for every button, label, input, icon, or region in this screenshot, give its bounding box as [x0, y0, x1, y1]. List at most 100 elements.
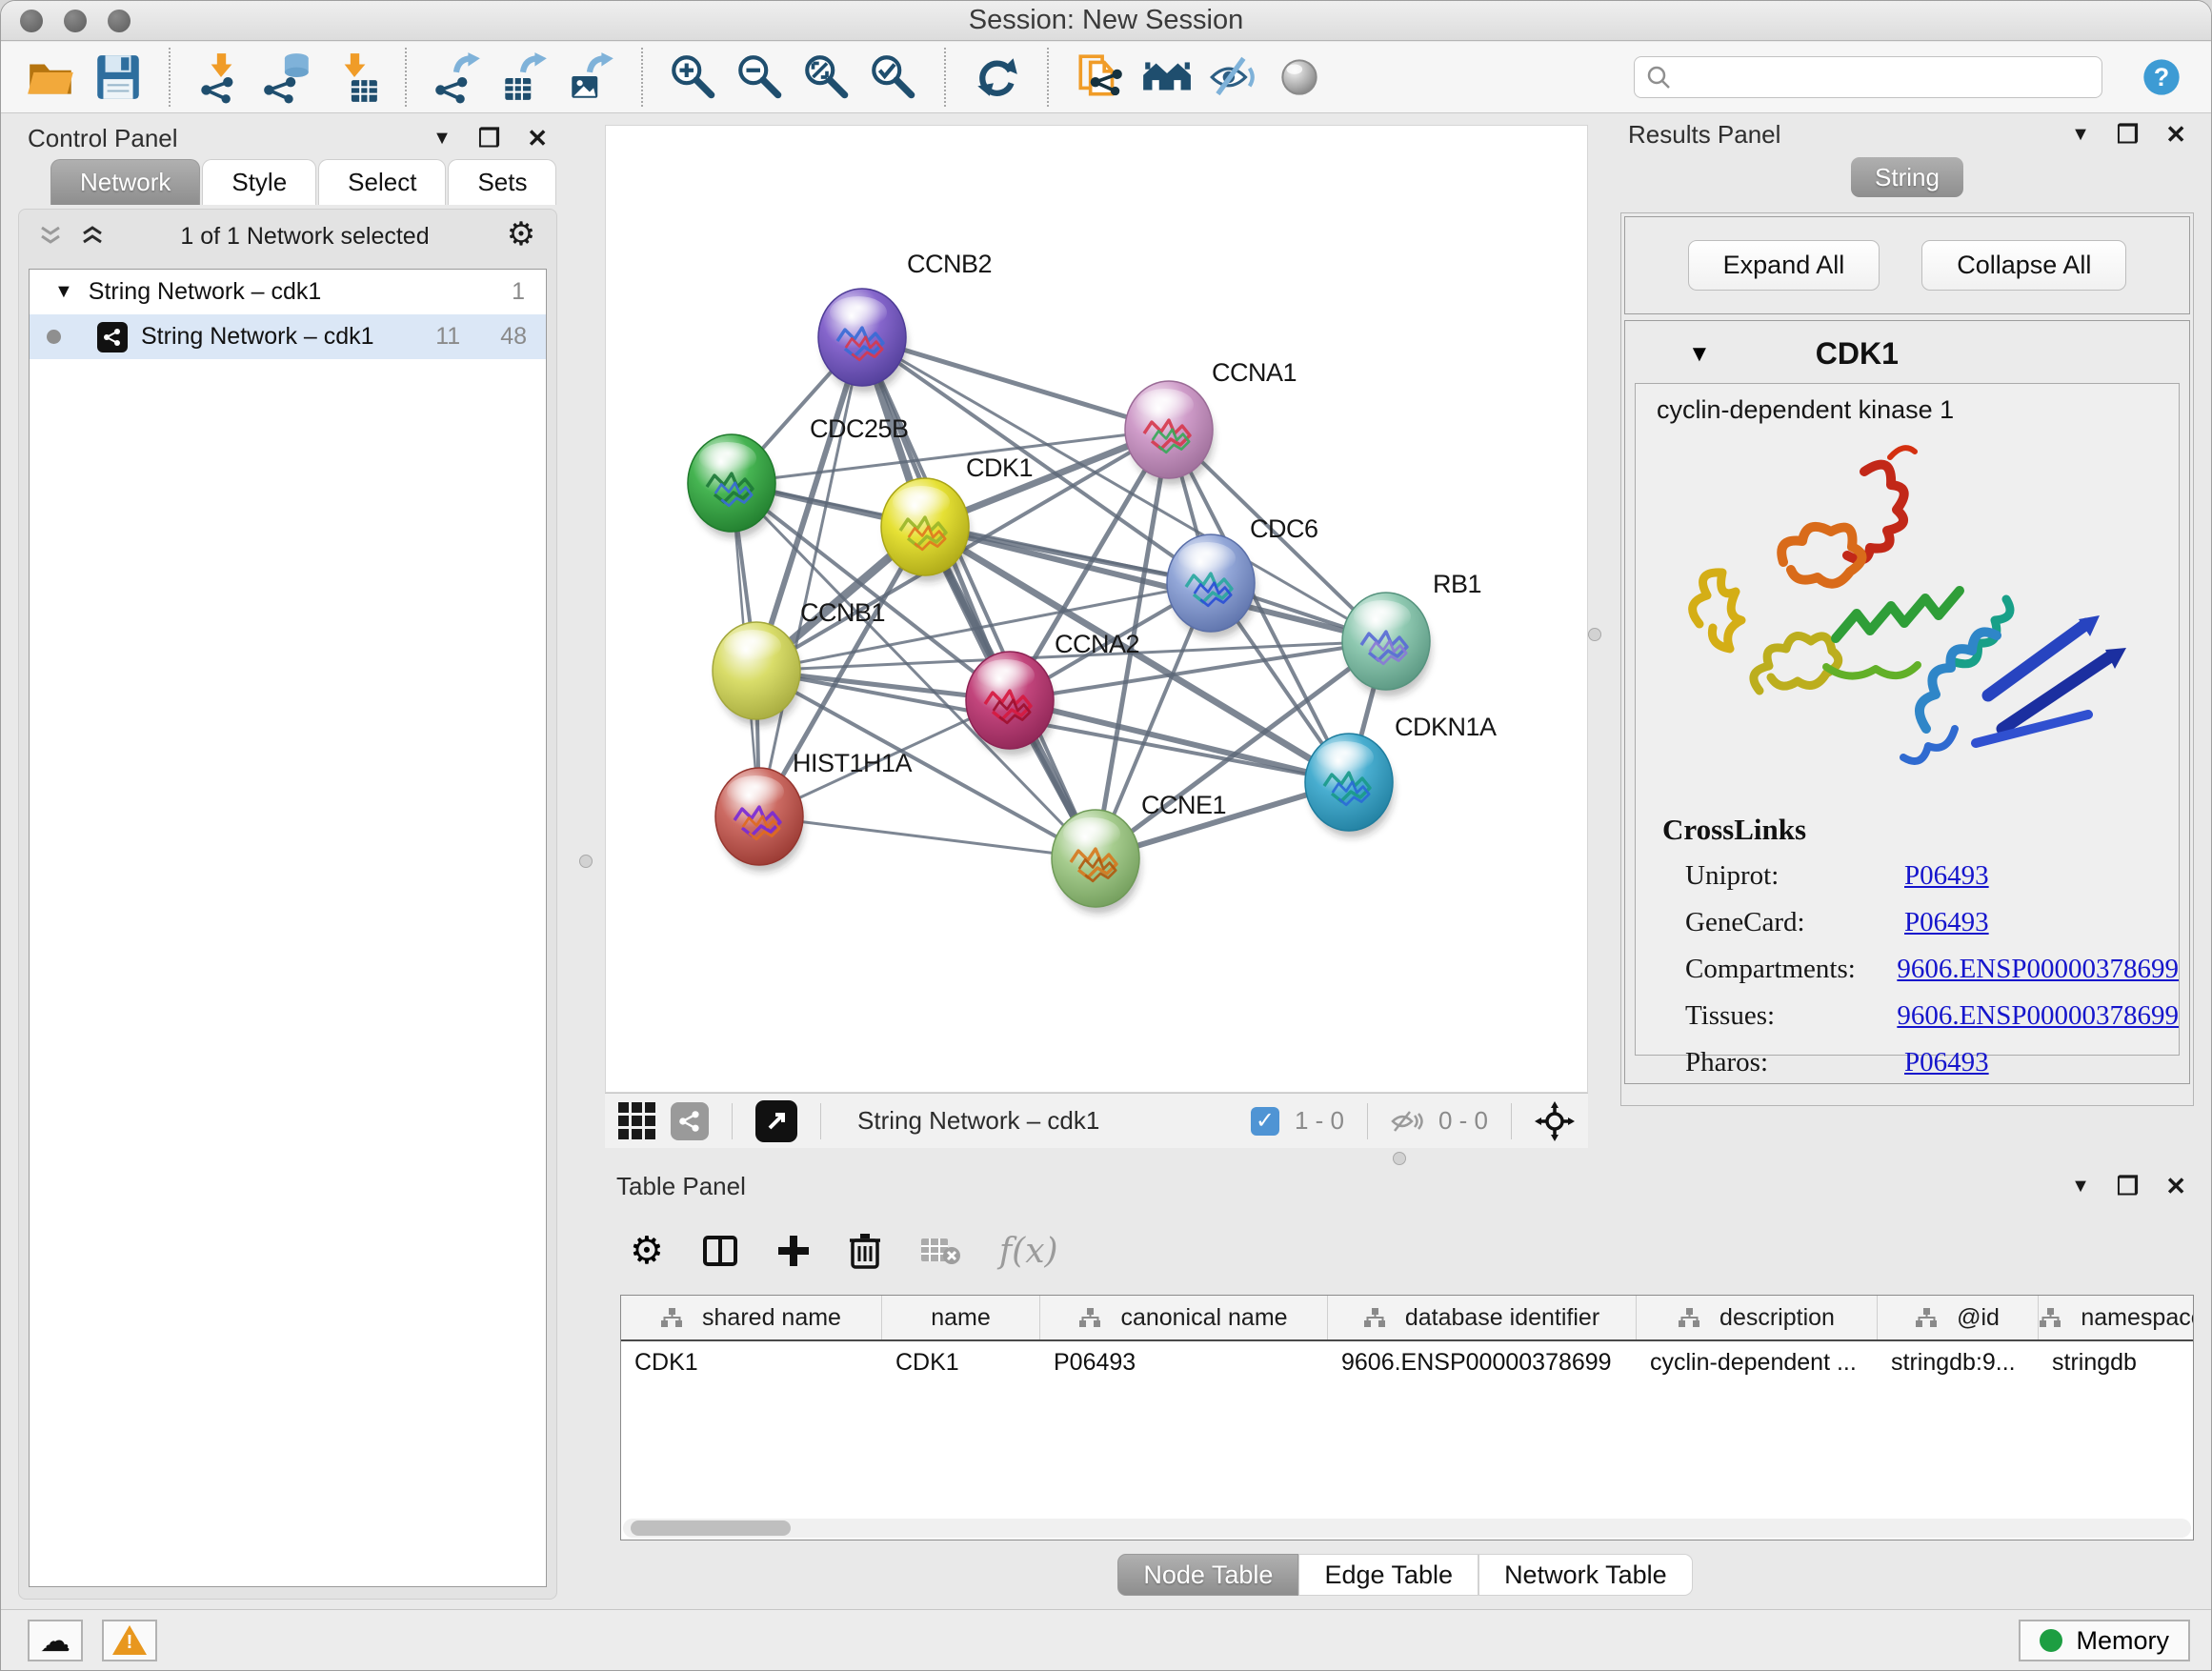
- import-network-database-icon[interactable]: [254, 48, 321, 107]
- crosslink-link[interactable]: P06493: [1904, 860, 1989, 892]
- tab-select[interactable]: Select: [318, 159, 446, 205]
- edge-CCNB2-HIST1H1A[interactable]: [759, 337, 862, 816]
- crosslink-link[interactable]: 9606.ENSP00000378699: [1897, 1000, 2179, 1032]
- node-CDKN1A[interactable]: [1305, 734, 1394, 837]
- collection-expand-icon[interactable]: ▼: [54, 281, 73, 303]
- panel-menu-icon[interactable]: ▼: [432, 128, 452, 150]
- float-panel-icon[interactable]: ❒: [2117, 1172, 2139, 1201]
- zoom-fit-icon[interactable]: [794, 48, 860, 107]
- collapse-all-icon[interactable]: [38, 225, 63, 248]
- save-session-icon[interactable]: [85, 48, 151, 107]
- table-cell[interactable]: cyclin-dependent ...: [1637, 1341, 1878, 1385]
- right-splitter-handle[interactable]: [1588, 628, 1601, 641]
- edge-CCNA2-CDKN1A[interactable]: [1010, 700, 1349, 782]
- table-cell[interactable]: CDK1: [882, 1341, 1040, 1385]
- zoom-in-icon[interactable]: [660, 48, 727, 107]
- search-input[interactable]: [1680, 64, 2090, 91]
- import-network-icon[interactable]: [188, 48, 254, 107]
- panel-menu-icon[interactable]: ▼: [2071, 124, 2090, 146]
- detach-view-icon[interactable]: [755, 1100, 797, 1142]
- close-panel-icon[interactable]: ✕: [527, 124, 548, 153]
- crosslink-link[interactable]: 9606.ENSP00000378699: [1897, 954, 2179, 985]
- node-CCNA1[interactable]: [1125, 381, 1214, 485]
- grid-mode-icon[interactable]: [618, 1102, 655, 1139]
- close-panel-icon[interactable]: ✕: [2165, 120, 2186, 150]
- column-header-name[interactable]: name: [882, 1296, 1040, 1339]
- string-protein-query-icon[interactable]: [1066, 48, 1133, 107]
- left-splitter-handle[interactable]: [579, 855, 593, 868]
- node-CCNB1[interactable]: [713, 622, 801, 726]
- network-row[interactable]: String Network – cdk1 11 48: [30, 314, 546, 359]
- table-row[interactable]: CDK1CDK1P064939606.ENSP00000378699cyclin…: [621, 1341, 2193, 1385]
- edge-HIST1H1A-CCNE1[interactable]: [759, 816, 1096, 858]
- node-CCNE1[interactable]: [1052, 810, 1140, 914]
- column-header--id[interactable]: @id: [1878, 1296, 2039, 1339]
- tab-style[interactable]: Style: [202, 159, 316, 205]
- float-panel-icon[interactable]: ❒: [2117, 120, 2139, 150]
- crosslink-link[interactable]: P06493: [1904, 907, 1989, 938]
- table-settings-gear-icon[interactable]: ⚙: [630, 1229, 664, 1273]
- node-CCNB2[interactable]: [818, 289, 907, 393]
- level-of-detail-sphere-icon[interactable]: [1266, 48, 1333, 107]
- warning-icon: !: [112, 1625, 147, 1656]
- open-session-icon[interactable]: [18, 48, 85, 107]
- help-button[interactable]: ?: [2139, 54, 2184, 100]
- memory-button[interactable]: Memory: [2019, 1620, 2190, 1661]
- collapse-protein-icon[interactable]: ▼: [1688, 341, 1711, 368]
- expand-all-icon[interactable]: [80, 225, 105, 248]
- column-header-database-identifier[interactable]: database identifier: [1328, 1296, 1637, 1339]
- table-cell[interactable]: stringdb:9...: [1878, 1341, 2039, 1385]
- tab-network-table[interactable]: Network Table: [1478, 1554, 1693, 1596]
- table-cell[interactable]: 9606.ENSP00000378699: [1328, 1341, 1637, 1385]
- node-CDC6[interactable]: [1167, 534, 1256, 638]
- toolbar-group: [1, 48, 169, 107]
- network-mode-icon[interactable]: [671, 1102, 709, 1140]
- show-columns-icon[interactable]: [702, 1233, 738, 1269]
- tab-string[interactable]: String: [1851, 157, 1963, 197]
- zoom-selected-icon[interactable]: [860, 48, 927, 107]
- refresh-view-icon[interactable]: [963, 48, 1030, 107]
- node-RB1[interactable]: [1342, 593, 1431, 696]
- node-CDK1[interactable]: [881, 478, 970, 582]
- bottom-splitter-handle[interactable]: [1393, 1152, 1406, 1165]
- column-header-shared-name[interactable]: shared name: [621, 1296, 882, 1339]
- tab-edge-table[interactable]: Edge Table: [1298, 1554, 1478, 1596]
- panel-menu-icon[interactable]: ▼: [2071, 1176, 2090, 1198]
- export-table-icon[interactable]: [491, 48, 557, 107]
- expand-all-button[interactable]: Expand All: [1688, 240, 1880, 291]
- hide-graphics-details-icon[interactable]: [1199, 48, 1266, 107]
- zoom-out-icon[interactable]: [727, 48, 794, 107]
- network-options-gear-icon[interactable]: ⚙: [505, 220, 537, 252]
- column-header-description[interactable]: description: [1637, 1296, 1878, 1339]
- float-panel-icon[interactable]: ❒: [478, 124, 500, 153]
- table-cell[interactable]: stringdb: [2039, 1341, 2194, 1385]
- warnings-button[interactable]: !: [102, 1620, 157, 1661]
- search-box[interactable]: [1634, 56, 2102, 98]
- crosslink-link[interactable]: P06493: [1904, 1047, 1989, 1078]
- cloud-status-button[interactable]: ☁: [28, 1620, 83, 1661]
- export-image-icon[interactable]: [557, 48, 624, 107]
- birds-eye-view-icon[interactable]: [1535, 1101, 1575, 1141]
- table-cell[interactable]: CDK1: [621, 1341, 882, 1385]
- close-panel-icon[interactable]: ✕: [2165, 1172, 2186, 1201]
- selected-nodes-checkbox[interactable]: ✓: [1251, 1107, 1279, 1136]
- node-CDC25B[interactable]: [688, 434, 776, 538]
- tab-sets[interactable]: Sets: [448, 159, 556, 205]
- delete-column-trash-icon[interactable]: [849, 1232, 881, 1270]
- tab-node-table[interactable]: Node Table: [1117, 1554, 1298, 1596]
- table-cell[interactable]: P06493: [1040, 1341, 1328, 1385]
- create-column-icon[interactable]: [776, 1234, 811, 1268]
- network-canvas[interactable]: CCNB2 CCNA1 CDC25B CDK1 CDC6 RB1 CCNB1 C…: [605, 125, 1588, 1093]
- table-horizontal-scrollbar[interactable]: [623, 1519, 2191, 1538]
- collection-label: String Network – cdk1: [89, 278, 322, 306]
- tab-network[interactable]: Network: [50, 159, 200, 205]
- node-HIST1H1A[interactable]: [715, 768, 804, 872]
- column-header-canonical-name[interactable]: canonical name: [1040, 1296, 1328, 1339]
- scrollbar-thumb[interactable]: [631, 1520, 791, 1536]
- import-table-icon[interactable]: [321, 48, 388, 107]
- network-collection-row[interactable]: ▼ String Network – cdk1 1: [30, 270, 546, 314]
- column-header-namespace[interactable]: namespace: [2039, 1296, 2194, 1339]
- export-network-icon[interactable]: [424, 48, 491, 107]
- home-icon[interactable]: [1133, 48, 1199, 107]
- collapse-all-button[interactable]: Collapse All: [1921, 240, 2126, 291]
